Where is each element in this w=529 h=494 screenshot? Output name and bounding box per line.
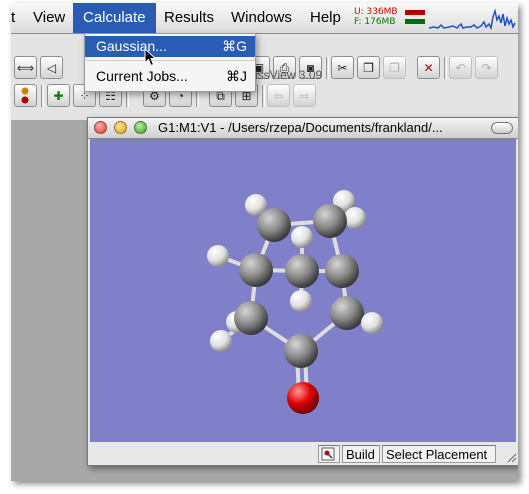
mouse-cursor-icon [144,48,157,67]
cpu-activity-graph [429,8,516,30]
menu-item-current-jobs-label: Current Jobs... [96,68,188,84]
carbon-atom [234,301,268,335]
undo-button[interactable]: ↶ [449,56,472,79]
delete-button[interactable]: ✕ [417,56,440,79]
angle-tool-button[interactable]: ◁ [40,56,63,79]
toolbar-toggle-button[interactable] [491,122,513,134]
menu-help[interactable]: Help [310,9,341,27]
menu-item-gaussian-shortcut: ⌘G [222,38,247,54]
molecule-view-window: G1:M1:V1 - /Users/rzepa/Documents/frankl… [87,117,518,466]
menu-separator [85,60,255,61]
menu-results[interactable]: Results [164,9,214,27]
hydrogen-atom [361,312,383,334]
menu-item-current-jobs-shortcut: ⌘J [226,68,247,84]
redo-button[interactable]: ↷ [475,56,498,79]
carbon-atom [239,253,273,287]
memory-used-bar [405,10,425,15]
memory-free: F: 176MB [354,17,396,27]
carbon-atom [257,208,291,242]
close-window-button[interactable] [94,121,107,134]
status-bar: Build Select Placement [88,443,518,465]
status-select-placement: Select Placement [382,445,496,463]
status-icon-cell[interactable] [318,445,340,463]
menu-item-current-jobs[interactable]: Current Jobs... ⌘J [85,66,255,87]
copy-button[interactable]: ❐ [357,56,380,79]
memory-free-bar [405,19,425,24]
carbon-atom [285,254,319,288]
calculate-menu: Gaussian... ⌘G Current Jobs... ⌘J [84,33,256,92]
element-select-button[interactable] [14,84,37,107]
molecule-viewer[interactable] [90,139,516,442]
toolbar-separator [326,57,329,79]
element-icon [21,87,29,104]
menu-windows[interactable]: Windows [231,9,292,27]
toolbar-separator [262,85,265,107]
carbon-atom [313,204,347,238]
forward-button[interactable]: ⇨ [293,84,316,107]
window-title: G1:M1:V1 - /Users/rzepa/Documents/frankl… [158,120,443,135]
status-build: Build [342,445,380,463]
paste-button[interactable]: ❐ [383,56,406,79]
memory-bars [405,10,425,28]
carbon-atom [330,296,364,330]
add-fragment-button[interactable]: ✚ [47,84,70,107]
build-mode-icon [321,447,335,461]
memory-used: U: 336MB [354,7,398,17]
carbon-atom [325,254,359,288]
oxygen-atom [287,382,319,414]
toolbar-separator [444,57,447,79]
hydrogen-atom [207,245,229,267]
memory-readout: U: 336MB F: 176MB [354,7,398,27]
hydrogen-atom [290,290,312,312]
menu-view[interactable]: View [33,9,65,27]
hydrogen-atom [344,207,366,229]
carbonyl-carbon-atom [284,334,318,368]
bond-tool-button[interactable]: ⟺ [14,56,37,79]
window-title-bar[interactable]: G1:M1:V1 - /Users/rzepa/Documents/frankl… [88,118,518,139]
menu-item-gaussian[interactable]: Gaussian... ⌘G [85,36,255,57]
minimize-window-button[interactable] [114,121,127,134]
app-window: t View Calculate Results Windows Help U:… [11,3,518,481]
cut-button[interactable]: ✂ [331,56,354,79]
hydrogen-atom [291,226,313,248]
resize-grip-icon[interactable] [507,453,517,463]
menu-bar: t View Calculate Results Windows Help U:… [11,3,518,34]
zoom-window-button[interactable] [134,121,147,134]
menu-edit-partial[interactable]: t [11,9,15,27]
hydrogen-atom [210,330,232,352]
back-button[interactable]: ⇦ [267,84,290,107]
toolbar-separator [41,85,44,107]
menu-calculate[interactable]: Calculate [73,3,156,33]
